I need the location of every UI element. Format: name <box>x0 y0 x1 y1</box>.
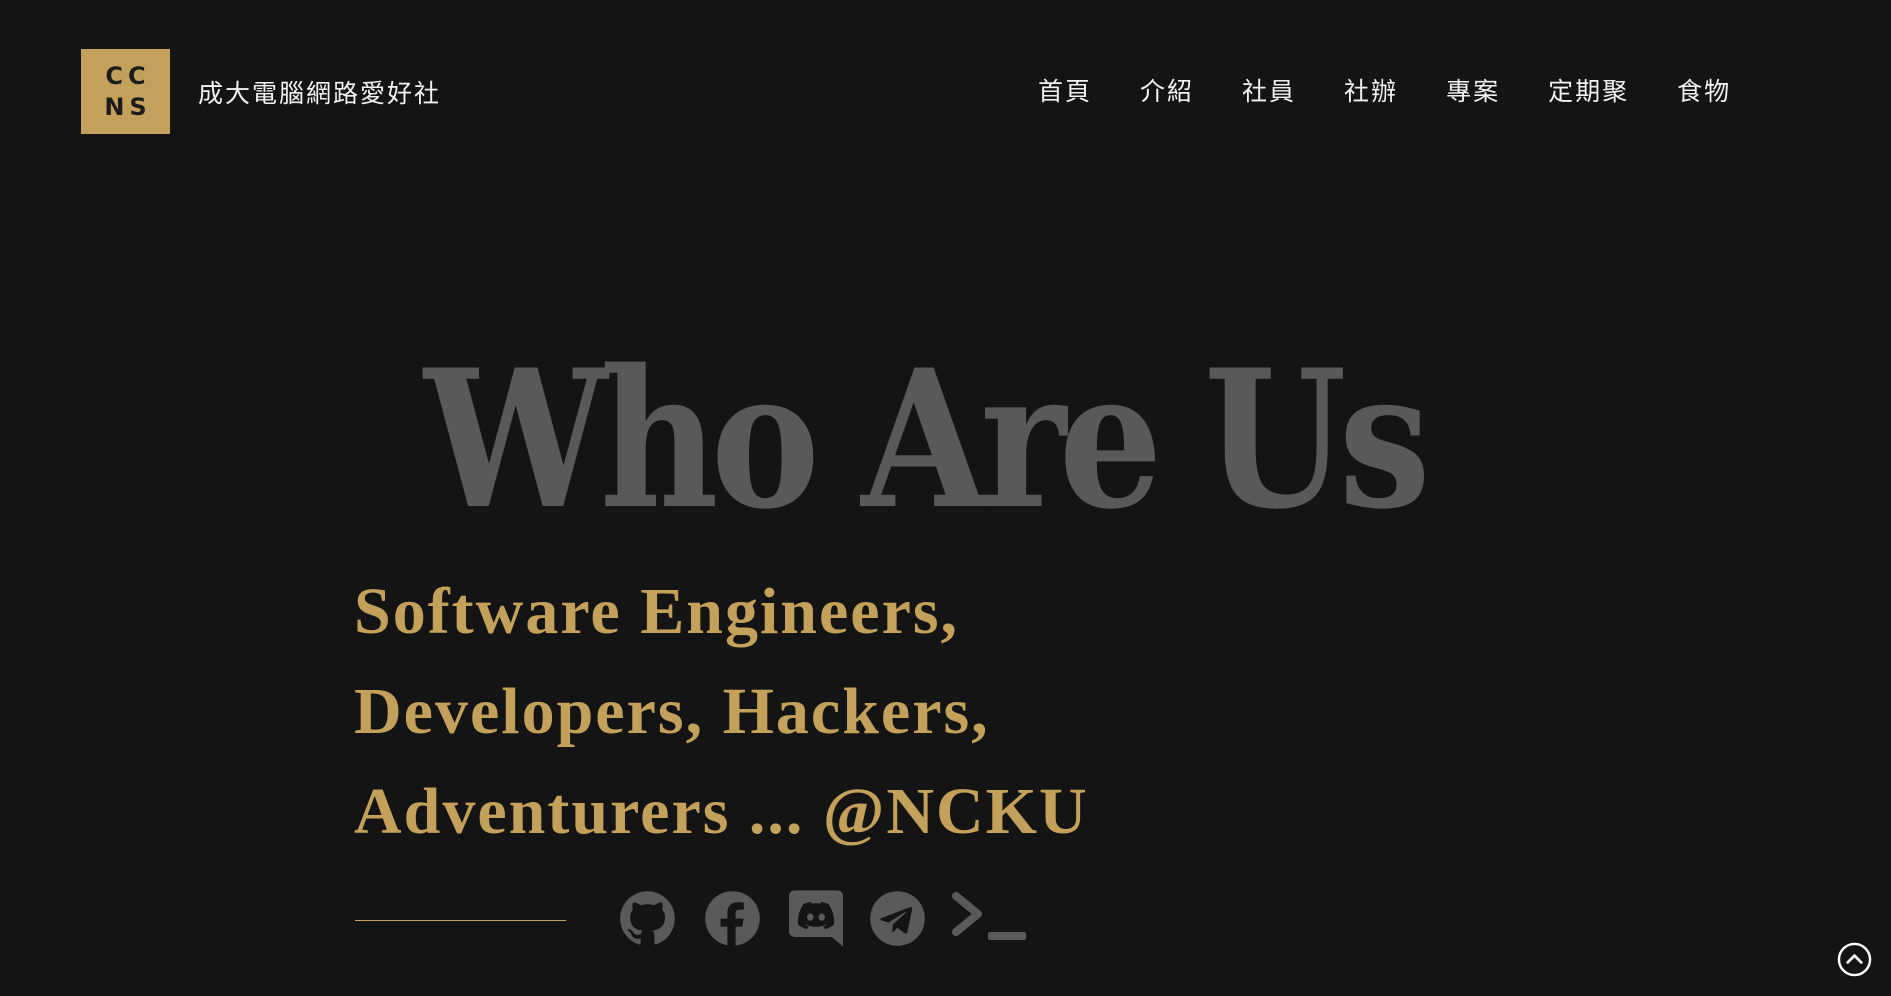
nav-item-members[interactable]: 社員 <box>1242 72 1296 108</box>
tagline-line-2: Developers, Hackers, <box>354 675 990 748</box>
terminal-link[interactable] <box>952 890 1028 947</box>
facebook-icon <box>705 891 760 947</box>
github-icon <box>620 891 675 945</box>
nav-item-club-room[interactable]: 社辦 <box>1344 72 1398 108</box>
hero-title: Who Are Us <box>424 328 1431 551</box>
nav-item-meetups[interactable]: 定期聚 <box>1548 72 1629 108</box>
main-nav: 首頁 介紹 社員 社辦 專案 定期聚 食物 <box>1038 72 1731 108</box>
back-to-top-button[interactable] <box>1837 942 1872 977</box>
telegram-link[interactable] <box>869 890 926 947</box>
logo-text-line-2: NS <box>104 92 152 121</box>
discord-link[interactable] <box>789 890 843 947</box>
nav-item-food[interactable]: 食物 <box>1677 72 1731 108</box>
nav-item-intro[interactable]: 介紹 <box>1140 72 1194 108</box>
hero-tagline: Software Engineers, Developers, Hackers,… <box>354 562 1089 862</box>
telegram-icon <box>870 891 925 946</box>
chevron-up-circle-icon <box>1837 942 1872 977</box>
tagline-line-1: Software Engineers, <box>354 575 960 648</box>
logo-text-line-1: CC <box>105 61 151 90</box>
terminal-icon <box>952 892 1026 940</box>
tagline-line-3: Adventurers ... @NCKU <box>354 775 1089 848</box>
discord-icon <box>789 890 843 947</box>
nav-item-projects[interactable]: 專案 <box>1446 72 1500 108</box>
facebook-link[interactable] <box>704 890 761 947</box>
nav-item-home[interactable]: 首頁 <box>1038 72 1092 108</box>
github-link[interactable] <box>619 890 676 947</box>
site-title[interactable]: 成大電腦網路愛好社 <box>198 74 441 110</box>
accent-divider <box>355 920 566 921</box>
logo[interactable]: CC NS <box>81 49 170 134</box>
